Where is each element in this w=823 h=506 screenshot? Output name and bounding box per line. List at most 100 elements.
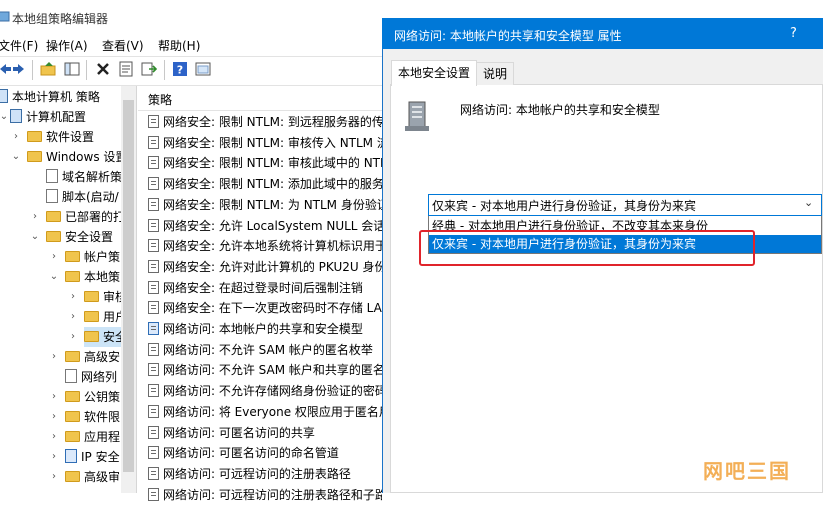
tree-item-network-list[interactable]: 网络列 (65, 367, 117, 387)
tab-local-security-setting[interactable]: 本地安全设置 (391, 60, 478, 86)
policy-list-row[interactable]: 网络安全: 允许本地系统将计算机标识用于 (148, 236, 382, 257)
expand-arrow-icon[interactable]: › (49, 467, 59, 487)
dialog-help-button[interactable]: ? (790, 26, 797, 41)
expand-arrow-icon[interactable]: › (30, 207, 40, 227)
policy-list-row[interactable]: 网络访问: 不允许 SAM 帐户和共享的匿名 (148, 360, 382, 381)
expand-arrow-icon[interactable]: › (68, 287, 78, 307)
tree-item-security-settings[interactable]: 安全设置 (46, 227, 113, 247)
expand-arrow-icon[interactable]: › (49, 247, 59, 267)
tree-item-advanced-firewall[interactable]: 高级安 (65, 347, 120, 367)
policy-row-label: 网络访问: 本地帐户的共享和安全模型 (163, 322, 363, 336)
policy-list-row[interactable]: 网络访问: 可匿名访问的命名管道 (148, 443, 382, 464)
tree-item-public-key-policies[interactable]: 公钥策 (65, 387, 120, 407)
folder-open-icon (84, 331, 99, 342)
up-folder-icon[interactable] (40, 61, 56, 77)
toolbar-separator (32, 60, 33, 80)
policy-row-label: 网络访问: 将 Everyone 权限应用于匿名用 (163, 404, 382, 419)
show-hide-tree-icon[interactable] (64, 61, 80, 77)
tree-scrollbar[interactable] (121, 86, 136, 493)
tree-item-advanced-audit[interactable]: 高级审 (65, 467, 120, 487)
help-icon[interactable]: ? (172, 61, 188, 77)
policy-row-label: 网络安全: 限制 NTLM: 为 NTLM 身份验证 (163, 197, 382, 212)
folder-icon (27, 151, 42, 162)
policy-setting-icon (148, 446, 159, 460)
tree-item-local-computer-policy[interactable]: 本地计算机 策略 (0, 87, 100, 107)
policy-list-row[interactable]: 网络安全: 允许 LocalSystem NULL 会话回 (148, 216, 382, 237)
properties-icon[interactable] (118, 61, 134, 77)
policy-list-row[interactable]: 网络安全: 限制 NTLM: 审核此域中的 NTL (148, 153, 382, 174)
expand-arrow-icon[interactable]: › (68, 327, 78, 347)
policy-row-label: 网络安全: 限制 NTLM: 到远程服务器的传 (163, 115, 382, 129)
policy-list-row[interactable]: 网络安全: 允许对此计算机的 PKU2U 身份 (148, 257, 382, 278)
tree-item-software-settings[interactable]: 软件设置 (27, 127, 94, 147)
folder-icon (65, 391, 80, 402)
delete-icon[interactable] (95, 61, 111, 77)
tab-explain[interactable]: 说明 (476, 62, 515, 85)
policy-setting-icon (148, 280, 159, 294)
back-arrow-icon[interactable] (0, 61, 12, 77)
console-tree[interactable]: 本地计算机 策略 ⌄ 计算机配置 › 软件设置 ⌄ Windows 设置 域名解… (0, 86, 137, 493)
policy-setting-icon (148, 487, 159, 501)
tree-item-application-control[interactable]: 应用程 (65, 427, 120, 447)
policy-row-label: 网络安全: 限制 NTLM: 添加此域中的服务 (163, 177, 382, 192)
policy-list-row[interactable]: 网络访问: 不允许存储网络身份验证的密码 (148, 381, 382, 402)
forward-arrow-icon[interactable] (12, 61, 28, 77)
folder-icon (46, 231, 61, 242)
policy-list-row[interactable]: 网络访问: 可远程访问的注册表路径 (148, 464, 382, 485)
folder-icon (84, 311, 99, 322)
tree-item-account-policies[interactable]: 帐户策 (65, 247, 120, 267)
expand-arrow-icon[interactable]: › (49, 447, 59, 467)
app-icon (0, 11, 10, 22)
policy-list-row[interactable]: 网络安全: 限制 NTLM: 到远程服务器的传 (148, 112, 382, 133)
policy-list-row[interactable]: 网络访问: 可远程访问的注册表路径和子路 (148, 485, 382, 506)
menu-help[interactable]: 帮助(H) (158, 37, 200, 54)
collapse-arrow-icon[interactable]: ⌄ (49, 267, 59, 287)
expand-arrow-icon[interactable]: › (68, 307, 78, 327)
tree-item-name-resolution-policy[interactable]: 域名解析策 (46, 167, 122, 187)
network-list-icon (65, 369, 77, 383)
expand-arrow-icon[interactable]: › (49, 427, 59, 447)
collapse-arrow-icon[interactable]: ⌄ (11, 147, 21, 167)
menu-file[interactable]: 文件(F) (0, 37, 38, 54)
collapse-arrow-icon[interactable]: ⌄ (30, 227, 40, 247)
expand-arrow-icon[interactable]: › (49, 347, 59, 367)
policy-list-row[interactable]: 网络安全: 在下一次更改密码时不存储 LAN (148, 298, 382, 319)
expand-arrow-icon[interactable]: › (11, 127, 21, 147)
expand-arrow-icon[interactable]: › (49, 407, 59, 427)
scrollbar-thumb[interactable] (123, 100, 134, 472)
tree-item-windows-settings[interactable]: Windows 设置 (27, 147, 127, 167)
policy-list-row[interactable]: 网络安全: 限制 NTLM: 为 NTLM 身份验证 (148, 195, 382, 216)
policy-row-label: 网络安全: 在超过登录时间后强制注销 (163, 280, 363, 295)
policy-list-row[interactable]: 网络访问: 将 Everyone 权限应用于匿名用 (148, 402, 382, 423)
watermark-logo: 网吧三国 (703, 459, 791, 483)
tree-item-computer-config[interactable]: 计算机配置 (10, 107, 86, 127)
toolbar-separator (86, 60, 87, 80)
policy-list-row[interactable]: 网络访问: 可匿名访问的共享 (148, 423, 382, 444)
folder-icon (84, 291, 99, 302)
export-list-icon[interactable] (141, 61, 157, 77)
column-header-policy[interactable]: 策略 (138, 86, 382, 111)
tree-item-local-policies[interactable]: 本地策 (65, 267, 120, 287)
show-console-icon[interactable] (195, 61, 211, 77)
expand-arrow-icon[interactable]: › (49, 387, 59, 407)
collapse-arrow-icon[interactable]: ⌄ (0, 107, 9, 127)
policy-list-row[interactable]: 网络安全: 限制 NTLM: 审核传入 NTLM 流 (148, 133, 382, 154)
tree-item-software-restriction[interactable]: 软件限 (65, 407, 120, 427)
computer-icon (0, 89, 8, 103)
policy-setting-icon (148, 156, 159, 170)
policy-list-row[interactable]: 网络安全: 限制 NTLM: 添加此域中的服务 (148, 174, 382, 195)
tree-item-ip-security[interactable]: IP 安全 (65, 447, 120, 467)
menu-action[interactable]: 操作(A) (46, 37, 88, 54)
policy-setting-icon (148, 135, 159, 149)
policy-setting-icon (148, 177, 159, 191)
policy-list-row[interactable]: 网络安全: 在超过登录时间后强制注销 (148, 278, 382, 299)
tree-item-deployed-printers[interactable]: 已部署的打 (46, 207, 125, 227)
menu-view[interactable]: 查看(V) (102, 37, 144, 54)
folder-icon (65, 431, 80, 442)
policy-list-row[interactable]: 网络访问: 不允许 SAM 帐户的匿名枚举 (148, 340, 382, 361)
red-highlight-box (419, 230, 755, 266)
chevron-down-icon[interactable]: ⌄ (804, 196, 813, 209)
svg-text:?: ? (177, 64, 183, 77)
tree-item-scripts[interactable]: 脚本(启动/ (46, 187, 119, 207)
policy-list-row[interactable]: 网络访问: 本地帐户的共享和安全模型 (148, 319, 382, 340)
